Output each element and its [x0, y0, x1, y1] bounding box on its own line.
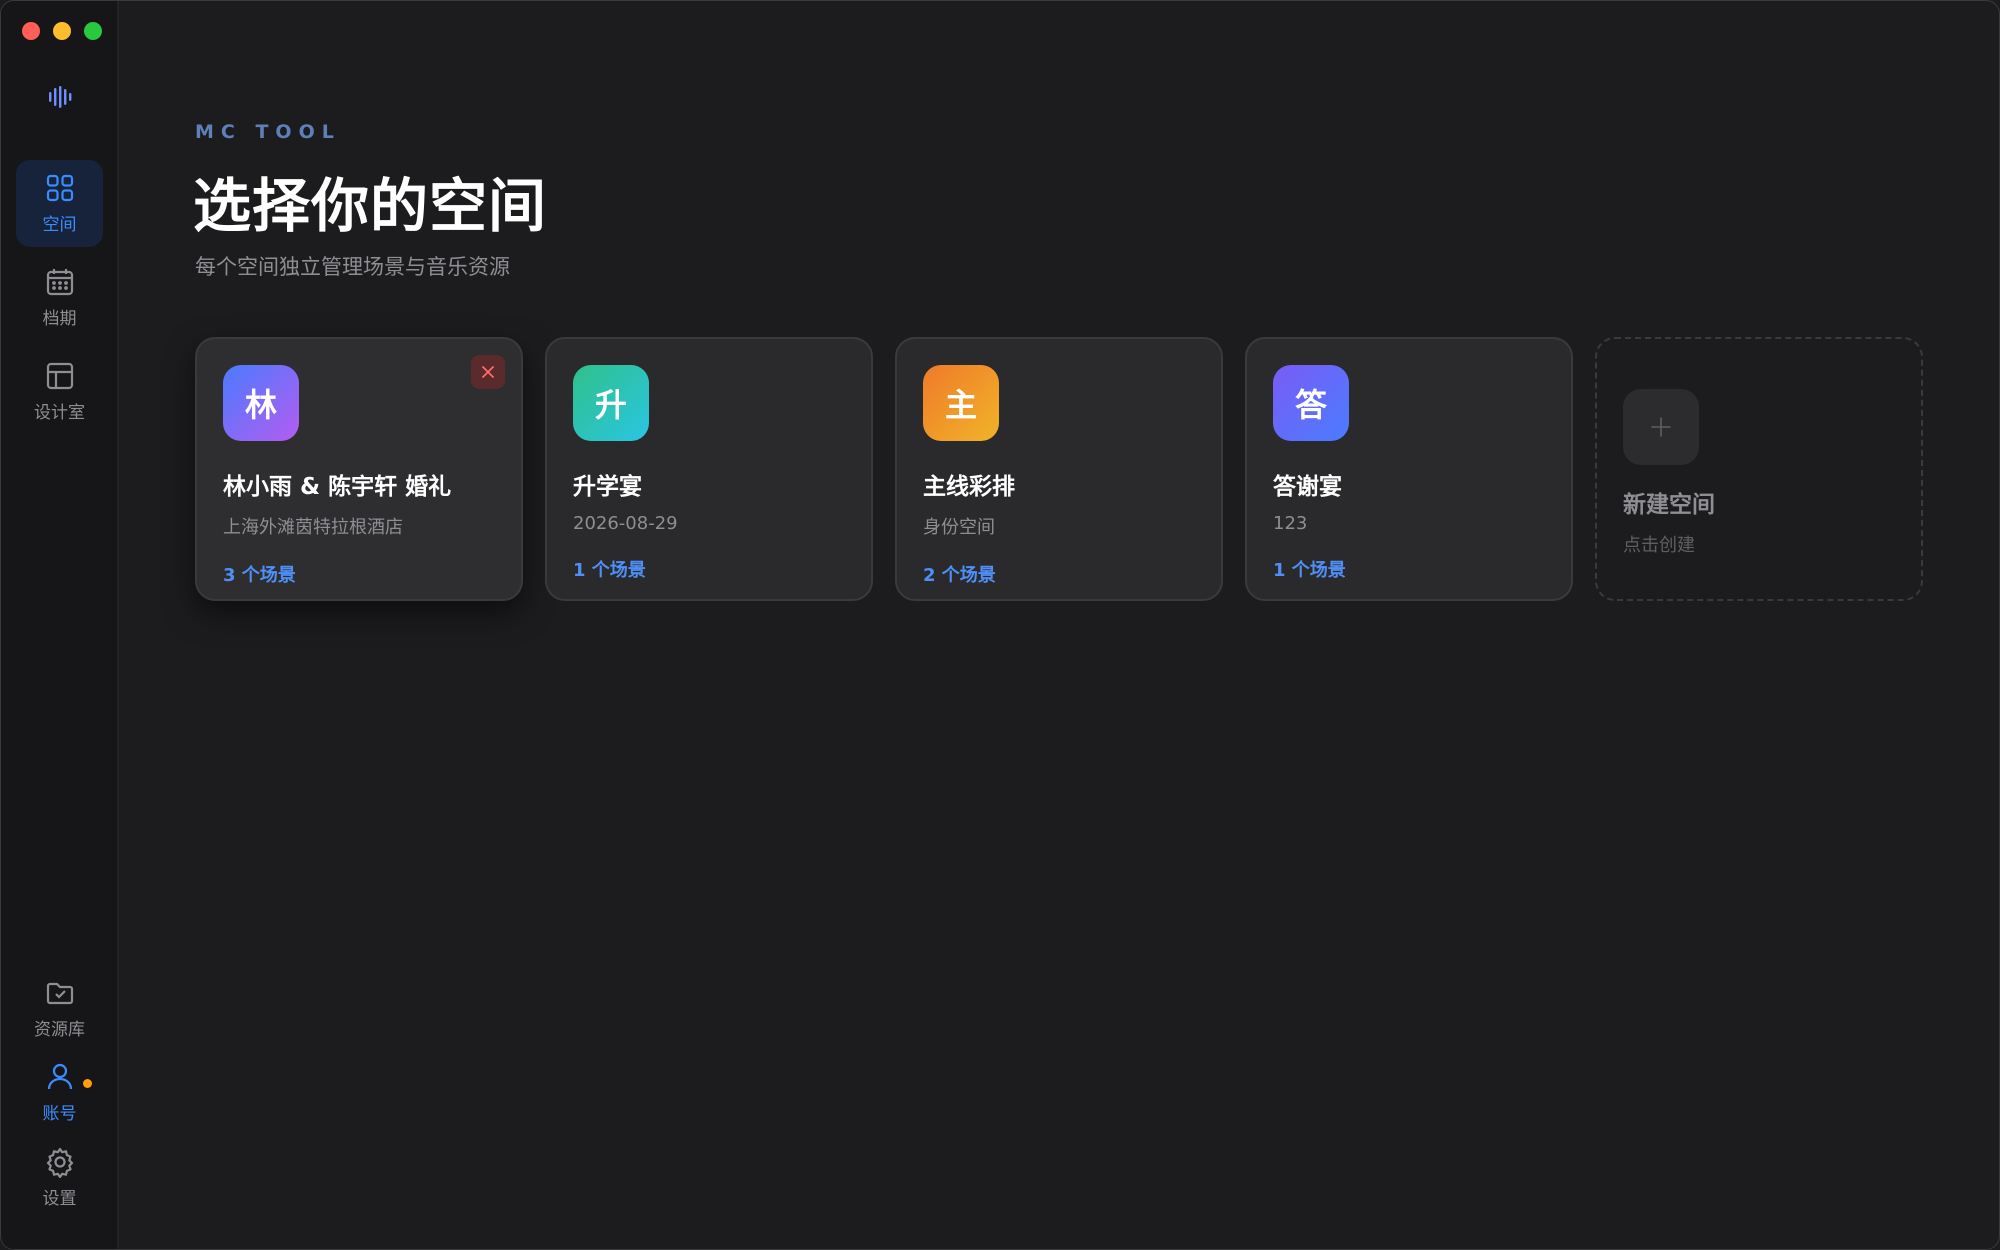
- sidebar-item-spaces[interactable]: 空间: [16, 160, 103, 247]
- app-window: 空间 档期 设计室 资源库 账号 设置 MC TOOL 选择你的空间 每个空间独…: [0, 0, 2000, 1250]
- space-avatar: 升: [573, 365, 649, 441]
- sidebar-item-account[interactable]: 账号: [16, 1049, 103, 1136]
- plus-icon: [1651, 417, 1671, 437]
- user-icon: [47, 1063, 72, 1090]
- grid-icon: [46, 174, 73, 202]
- new-space-card[interactable]: 新建空间 点击创建: [1595, 337, 1923, 601]
- space-card[interactable]: 答 答谢宴 123 1 个场景: [1245, 337, 1573, 601]
- delete-space-button[interactable]: [471, 355, 505, 389]
- sidebar-item-library[interactable]: 资源库: [16, 965, 103, 1052]
- close-window-button[interactable]: [22, 22, 40, 40]
- space-scene-count: 1 个场景: [573, 560, 646, 581]
- space-card[interactable]: 林 林小雨 & 陈宇轩 婚礼 上海外滩茵特拉根酒店 3 个场景: [195, 337, 523, 601]
- page-title: 选择你的空间: [193, 172, 548, 240]
- new-space-title: 新建空间: [1623, 492, 1715, 518]
- sidebar-item-label: 设置: [42, 1189, 77, 1209]
- sidebar-item-label: 空间: [42, 215, 77, 235]
- new-space-subtitle: 点击创建: [1623, 535, 1695, 556]
- space-title: 答谢宴: [1273, 474, 1342, 500]
- space-title: 主线彩排: [923, 474, 1015, 500]
- space-scene-count: 3 个场景: [223, 565, 296, 586]
- space-card-list: 林 林小雨 & 陈宇轩 婚礼 上海外滩茵特拉根酒店 3 个场景 升 升学宴 20…: [195, 337, 1923, 601]
- gear-icon: [46, 1147, 73, 1178]
- sidebar-item-label: 设计室: [34, 403, 85, 423]
- sidebar-item-schedule[interactable]: 档期: [16, 254, 103, 341]
- space-card[interactable]: 主 主线彩排 身份空间 2 个场景: [895, 337, 1223, 601]
- sidebar-item-label: 资源库: [34, 1020, 85, 1040]
- page-subtitle: 每个空间独立管理场景与音乐资源: [195, 255, 510, 279]
- main-content: MC TOOL 选择你的空间 每个空间独立管理场景与音乐资源 林 林小雨 & 陈…: [119, 1, 1999, 1249]
- window-controls: [22, 22, 102, 40]
- notification-badge: [83, 1079, 92, 1088]
- close-icon: [482, 366, 494, 378]
- space-title: 林小雨 & 陈宇轩 婚礼: [223, 474, 452, 500]
- space-title: 升学宴: [573, 474, 642, 500]
- space-scene-count: 2 个场景: [923, 565, 996, 586]
- space-avatar: 答: [1273, 365, 1349, 441]
- space-avatar: 林: [223, 365, 299, 441]
- sidebar-item-design-studio[interactable]: 设计室: [16, 348, 103, 435]
- space-subtitle: 2026-08-29: [573, 513, 678, 534]
- space-subtitle: 身份空间: [923, 517, 995, 538]
- space-subtitle: 123: [1273, 513, 1308, 534]
- space-avatar: 主: [923, 365, 999, 441]
- zoom-window-button[interactable]: [84, 22, 102, 40]
- space-subtitle: 上海外滩茵特拉根酒店: [223, 517, 403, 538]
- app-eyebrow: MC TOOL: [195, 121, 341, 143]
- sidebar-item-label: 账号: [42, 1104, 77, 1124]
- space-card[interactable]: 升 升学宴 2026-08-29 1 个场景: [545, 337, 873, 601]
- layout-icon: [46, 362, 73, 390]
- sidebar-item-label: 档期: [42, 309, 77, 329]
- calendar-icon: [46, 269, 73, 296]
- minimize-window-button[interactable]: [53, 22, 71, 40]
- add-space-button[interactable]: [1623, 389, 1699, 465]
- sidebar: 空间 档期 设计室 资源库 账号 设置: [1, 1, 119, 1249]
- space-scene-count: 1 个场景: [1273, 560, 1346, 581]
- app-logo-icon: [49, 86, 72, 108]
- folder-check-icon: [46, 982, 73, 1005]
- sidebar-item-settings[interactable]: 设置: [16, 1134, 103, 1221]
